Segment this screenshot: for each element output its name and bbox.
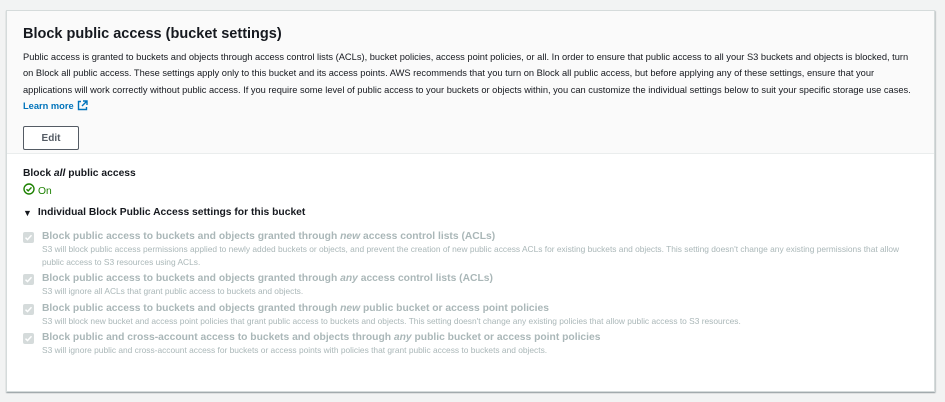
edit-button[interactable]: Edit: [23, 126, 79, 151]
individual-settings-toggle[interactable]: ▼ Individual Block Public Access setting…: [23, 206, 918, 220]
setting-description: S3 will block new bucket and access poin…: [42, 315, 741, 326]
setting-title-emphasis: any: [393, 332, 412, 343]
check-circle-icon: [23, 183, 35, 200]
setting-text: Block public and cross-account access to…: [42, 331, 600, 357]
setting-title-pre: Block public and cross-account access to…: [42, 332, 394, 343]
setting-row: Block public access to buckets and objec…: [23, 272, 918, 298]
block-public-access-panel: Block public access (bucket settings) Pu…: [6, 10, 935, 392]
checkmark-icon: [24, 335, 33, 342]
setting-text: Block public access to buckets and objec…: [42, 230, 918, 268]
setting-title-emphasis: any: [340, 273, 358, 284]
setting-text: Block public access to buckets and objec…: [42, 302, 741, 328]
setting-title: Block public access to buckets and objec…: [42, 230, 918, 243]
setting-title-emphasis: new: [340, 302, 361, 314]
setting-description: S3 will ignore public and cross-account …: [42, 345, 548, 355]
checkmark-icon: [24, 276, 33, 283]
learn-more-label: Learn more: [23, 100, 74, 111]
checkmark-icon: [24, 234, 33, 241]
description-text: Public access is granted to buckets and …: [23, 52, 911, 95]
setting-text: Block public access to buckets and objec…: [42, 272, 493, 298]
panel-header: Block public access (bucket settings) Pu…: [7, 11, 934, 154]
block-all-status: On: [23, 183, 918, 200]
section-title: Block public access (bucket settings): [23, 26, 282, 42]
caret-down-icon: ▼: [23, 208, 32, 218]
setting-row: Block public access to buckets and objec…: [23, 230, 918, 268]
checkmark-icon: [24, 306, 33, 313]
setting-description: S3 will block public access permissions …: [42, 244, 900, 267]
status-text: On: [38, 185, 52, 197]
setting-title-post: public bucket or access point policies: [360, 302, 549, 314]
setting-title: Block public access to buckets and objec…: [42, 272, 493, 285]
block-all-emphasis: all: [53, 168, 66, 179]
setting-title-emphasis: new: [340, 231, 361, 242]
panel-body: Block all public access On ▼ Individual …: [7, 154, 934, 357]
setting-title-post: public bucket or access point policies: [411, 332, 601, 343]
setting-checkbox[interactable]: [23, 274, 34, 285]
setting-title-pre: Block public access to buckets and objec…: [42, 231, 341, 242]
setting-checkbox[interactable]: [23, 333, 34, 344]
setting-title: Block public and cross-account access to…: [42, 331, 600, 344]
setting-title-pre: Block public access to buckets and objec…: [42, 273, 341, 284]
section-description: Public access is granted to buckets and …: [23, 49, 918, 116]
setting-title-post: access control lists (ACLs): [360, 231, 496, 242]
block-all-suffix: public access: [65, 168, 136, 179]
setting-checkbox[interactable]: [23, 303, 34, 315]
block-all-prefix: Block: [23, 168, 54, 179]
setting-row: Block public access to buckets and objec…: [23, 302, 918, 328]
setting-description: S3 will ignore all ACLs that grant publi…: [42, 286, 304, 296]
individual-settings-label: Individual Block Public Access settings …: [37, 207, 306, 218]
external-link-icon: [77, 100, 88, 116]
learn-more-link[interactable]: Learn more: [23, 100, 88, 111]
block-all-label: Block all public access: [23, 167, 918, 181]
setting-checkbox[interactable]: [23, 232, 34, 243]
setting-title: Block public access to buckets and objec…: [42, 302, 741, 315]
setting-title-post: access control lists (ACLs): [357, 273, 493, 284]
setting-title-pre: Block public access to buckets and objec…: [42, 302, 341, 314]
individual-settings-list: Block public access to buckets and objec…: [23, 230, 918, 357]
setting-row: Block public and cross-account access to…: [23, 331, 918, 357]
